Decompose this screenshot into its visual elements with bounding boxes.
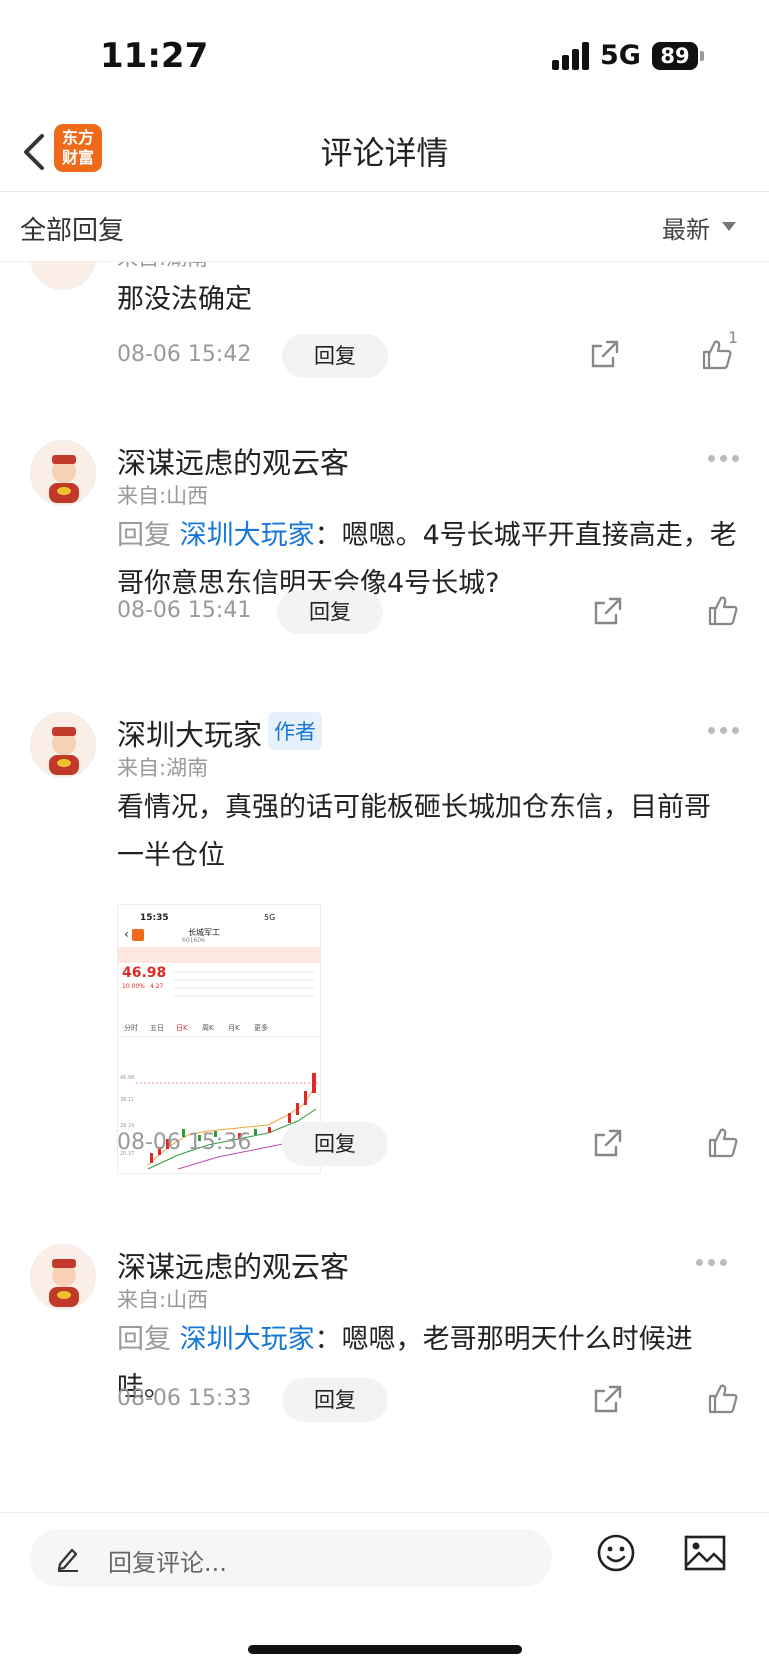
thumb-stock-code: 601606 bbox=[182, 937, 205, 944]
comment-text: 看情况，真强的话可能板砸长城加仓东信，目前哥一半仓位 bbox=[117, 792, 711, 871]
thumb-price: 46.98 bbox=[122, 965, 167, 981]
share-icon[interactable] bbox=[592, 1383, 624, 1415]
thumb-tabs: 分时 五日 日K 周K 月K 更多 bbox=[118, 1023, 320, 1037]
reply-button[interactable]: 回复 bbox=[282, 1122, 388, 1166]
like-icon[interactable] bbox=[706, 1382, 740, 1416]
comment-author[interactable]: 深圳大玩家 bbox=[117, 712, 262, 754]
thumb-tab: 五日 bbox=[150, 1024, 164, 1032]
share-icon[interactable] bbox=[592, 1127, 624, 1159]
avatar[interactable] bbox=[30, 440, 96, 506]
thumb-tab: 月K bbox=[228, 1024, 240, 1032]
more-options-icon[interactable] bbox=[708, 455, 740, 463]
thumb-back-icon: ‹ bbox=[124, 927, 129, 941]
comment-feed[interactable]: 来自:湖南 那没法确定 08-06 15:42 回复 1 深谋远虑的观云客 来自… bbox=[0, 262, 769, 1512]
thumb-banner bbox=[118, 947, 320, 963]
comment-region: 来自:山西 bbox=[117, 1288, 209, 1312]
reply-button[interactable]: 回复 bbox=[282, 334, 388, 378]
caishen-avatar-icon bbox=[49, 727, 79, 775]
sort-dropdown[interactable]: 最新 bbox=[662, 210, 710, 245]
share-icon[interactable] bbox=[589, 338, 621, 370]
status-bar: 11:27 5G 89 bbox=[0, 0, 769, 110]
caishen-avatar-icon bbox=[49, 1259, 79, 1307]
nav-bar: 东方 财富 评论详情 bbox=[0, 110, 769, 192]
reply-prefix: 回复 bbox=[117, 520, 171, 551]
network-type: 5G bbox=[600, 40, 641, 71]
thumb-quote-table bbox=[174, 965, 314, 997]
comment-text: 那没法确定 bbox=[117, 284, 252, 315]
cellular-signal-icon bbox=[552, 42, 592, 70]
thumb-logo-icon bbox=[132, 929, 144, 941]
more-options-icon[interactable] bbox=[708, 727, 740, 735]
reply-input-placeholder: 回复评论... bbox=[108, 1549, 227, 1577]
all-replies-label: 全部回复 bbox=[20, 216, 125, 246]
reply-input[interactable]: 回复评论... bbox=[30, 1529, 552, 1587]
thumb-tab: 周K bbox=[202, 1024, 214, 1032]
home-indicator bbox=[248, 1645, 522, 1654]
caret-down-icon bbox=[722, 222, 736, 231]
comment-region: 来自:湖南 bbox=[117, 262, 208, 272]
comment-region: 来自:山西 bbox=[117, 484, 209, 508]
thumb-change-pct: 10.00% bbox=[122, 983, 145, 990]
comment-text: 回复 深圳大玩家：嗯嗯。4号长城平开直接高走，老哥你意思东信明天会像4号长城? bbox=[117, 512, 737, 608]
reply-button[interactable]: 回复 bbox=[277, 590, 383, 634]
like-icon[interactable] bbox=[706, 594, 740, 628]
thumb-network: 5G bbox=[264, 913, 276, 922]
caishen-avatar-icon bbox=[49, 455, 79, 503]
comment-time: 08-06 15:42 bbox=[117, 342, 252, 367]
comment-author[interactable]: 深谋远虑的观云客 bbox=[117, 440, 349, 482]
like-icon[interactable] bbox=[706, 1126, 740, 1160]
avatar[interactable] bbox=[30, 262, 96, 290]
thumb-tab: 分时 bbox=[124, 1024, 138, 1032]
battery-icon bbox=[700, 51, 704, 61]
page-title: 评论详情 bbox=[320, 134, 449, 172]
comment-author[interactable]: 深谋远虑的观云客 bbox=[117, 1244, 349, 1286]
author-badge: 作者 bbox=[268, 712, 322, 750]
thumb-change: 4.27 bbox=[150, 983, 164, 990]
more-options-icon[interactable] bbox=[696, 1259, 728, 1267]
status-time: 11:27 bbox=[100, 36, 209, 76]
filter-row: 全部回复 最新 bbox=[0, 192, 769, 262]
battery-level: 89 bbox=[652, 42, 698, 70]
reply-to-user[interactable]: 深圳大玩家 bbox=[180, 520, 315, 551]
bottom-bar: 回复评论... bbox=[0, 1512, 769, 1665]
comment-region: 来自:湖南 bbox=[117, 756, 209, 780]
reply-to-user[interactable]: 深圳大玩家 bbox=[180, 1324, 315, 1355]
emoji-icon[interactable] bbox=[596, 1533, 636, 1573]
comment-time: 08-06 15:41 bbox=[117, 598, 252, 623]
comment-time: 08-06 15:36 bbox=[117, 1130, 252, 1155]
like-count: 1 bbox=[728, 328, 739, 347]
avatar[interactable] bbox=[30, 1244, 96, 1310]
comment-time: 08-06 15:33 bbox=[117, 1386, 252, 1411]
reply-prefix: 回复 bbox=[117, 1324, 171, 1355]
avatar[interactable] bbox=[30, 712, 96, 778]
pencil-icon bbox=[57, 1548, 78, 1572]
thumb-tab: 更多 bbox=[254, 1024, 268, 1032]
image-picker-icon[interactable] bbox=[684, 1535, 726, 1571]
thumb-time: 15:35 bbox=[140, 913, 169, 923]
reply-button[interactable]: 回复 bbox=[282, 1378, 388, 1422]
share-icon[interactable] bbox=[592, 595, 624, 627]
thumb-tab: 日K bbox=[176, 1024, 188, 1032]
